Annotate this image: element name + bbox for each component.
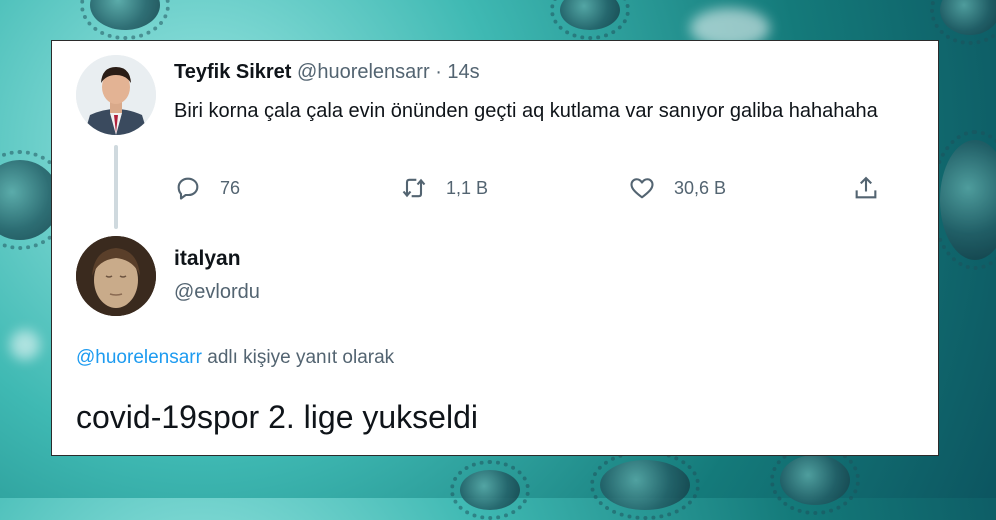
avatar-portrait-icon [76, 55, 156, 135]
reply-count: 76 [220, 177, 241, 198]
separator-dot: · [435, 61, 442, 83]
share-icon [855, 176, 877, 199]
replying-to-label: adlı kişiye yanıt olarak [201, 347, 395, 368]
background-virus [930, 0, 996, 45]
background-virus [930, 130, 996, 270]
background-virus [590, 450, 700, 520]
reply-tweet-text: covid-19spor 2. lige yukseldi [76, 399, 478, 435]
tweet-header: Teyfik Sikret @huorelensarr · 14s [174, 61, 480, 84]
tweet-timestamp[interactable]: 14s [447, 61, 479, 83]
reply-icon [177, 177, 199, 200]
avatar-face-icon [76, 236, 156, 316]
background-virus [450, 460, 530, 520]
like-button[interactable]: 30,6 B [628, 173, 726, 203]
replying-to-handle-link[interactable]: @huorelensarr [76, 347, 202, 368]
background-virus [80, 0, 170, 40]
tweet-actions: 76 1,1 B 30,6 B [174, 173, 894, 203]
heart-icon [630, 178, 654, 199]
tweet-screenshot-card: Teyfik Sikret @huorelensarr · 14s Biri k… [51, 40, 939, 456]
avatar[interactable] [76, 236, 156, 316]
thread-connector-line [114, 145, 118, 229]
replying-to-line: @huorelensarr adlı kişiye yanıt olarak [76, 347, 394, 369]
like-count: 30,6 B [674, 177, 727, 198]
reply-author-name[interactable]: italyan [174, 247, 241, 271]
retweet-icon [402, 178, 426, 198]
avatar[interactable] [76, 55, 156, 135]
reply-button[interactable]: 76 [174, 173, 240, 203]
background-virus [550, 0, 630, 40]
share-button[interactable] [852, 173, 880, 203]
background-glow [10, 330, 40, 360]
retweet-count: 1,1 B [446, 177, 489, 198]
author-handle[interactable]: @huorelensarr [297, 61, 430, 83]
tweet-text: Biri korna çala çala evin önünden geçti … [174, 100, 878, 122]
retweet-button[interactable]: 1,1 B [400, 173, 488, 203]
author-name[interactable]: Teyfik Sikret [174, 61, 291, 83]
reply-author-handle[interactable]: @evlordu [174, 281, 260, 304]
